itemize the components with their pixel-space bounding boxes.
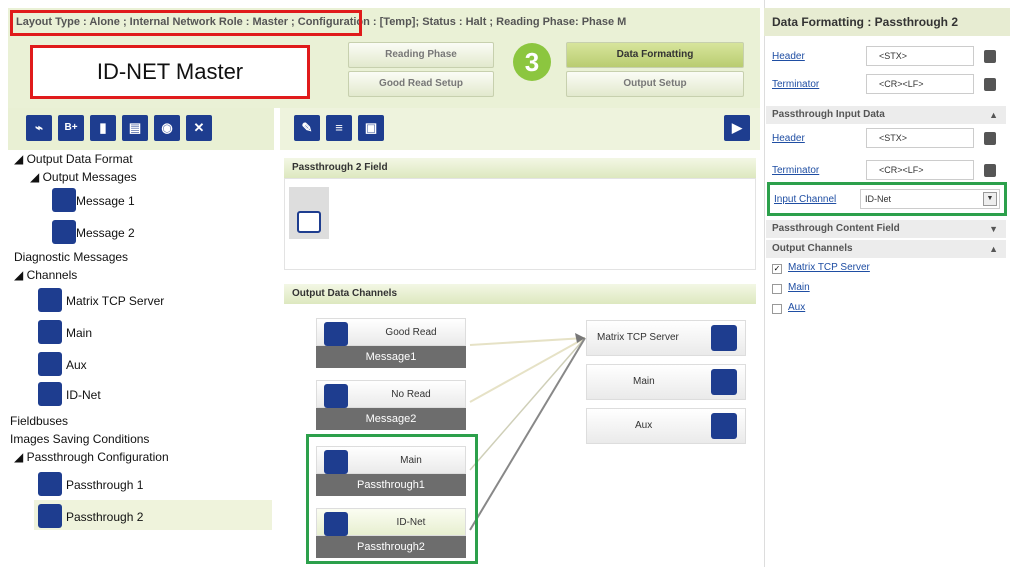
content-field-section[interactable]: Passthrough Content Field ▼: [766, 220, 1006, 238]
input-channel-value: ID-Net: [865, 194, 892, 204]
output-node-matrix-tcp-server[interactable]: Matrix TCP Server: [586, 320, 746, 356]
checkbox-label: Aux: [788, 302, 806, 313]
channel-icon: [711, 325, 737, 351]
dropdown-arrow-icon[interactable]: ▼: [983, 192, 997, 206]
input-channel-row: Input Channel ID-Net ▼: [772, 187, 1006, 213]
input-node-sub: Message1: [316, 346, 466, 368]
terminator-field[interactable]: <CR><LF>: [866, 74, 974, 94]
input-node-no-read[interactable]: No Read Message2: [316, 380, 466, 430]
terminator-link[interactable]: Terminator: [772, 79, 819, 90]
passthrough-input-section[interactable]: Passthrough Input Data ▲: [766, 106, 1006, 124]
output-node-label: Main: [633, 376, 655, 387]
checkbox-checked[interactable]: ✓: [772, 264, 782, 274]
checkbox[interactable]: [772, 284, 782, 294]
message-icon: [324, 322, 348, 346]
header-row: Header <STX>: [772, 44, 1006, 70]
edit-field-icon[interactable]: [984, 78, 996, 91]
input-channel-link[interactable]: Input Channel: [774, 194, 836, 205]
output-node-aux[interactable]: Aux: [586, 408, 746, 444]
output-node-label: Aux: [635, 420, 653, 431]
edit-field-icon[interactable]: [984, 50, 996, 63]
chevron-up-icon: ▲: [989, 244, 998, 254]
input-terminator-link[interactable]: Terminator: [772, 165, 819, 176]
channel-icon: [711, 413, 737, 439]
edit-field-icon[interactable]: [984, 164, 996, 177]
chevron-down-icon: ▼: [989, 224, 998, 234]
input-header-link[interactable]: Header: [772, 133, 805, 144]
message-icon: [324, 384, 348, 408]
input-terminator-row: Terminator <CR><LF>: [772, 158, 1006, 184]
channel-icon: [711, 369, 737, 395]
input-header-field[interactable]: <STX>: [866, 128, 974, 148]
output-node-main[interactable]: Main: [586, 364, 746, 400]
section-label: Passthrough Content Field: [772, 223, 900, 234]
section-label: Passthrough Input Data: [772, 109, 885, 120]
checkbox-label: Matrix TCP Server: [788, 262, 870, 273]
properties-title: Data Formatting : Passthrough 2: [764, 8, 1010, 36]
header-field[interactable]: <STX>: [866, 46, 974, 66]
input-node-sub: Message2: [316, 408, 466, 430]
app-window: Layout Type : Alone ; Internal Network R…: [0, 0, 1013, 567]
terminator-row: Terminator <CR><LF>: [772, 72, 1006, 98]
input-header-row: Header <STX>: [772, 126, 1006, 152]
edit-field-icon[interactable]: [984, 132, 996, 145]
chevron-up-icon: ▲: [989, 110, 998, 120]
input-terminator-field[interactable]: <CR><LF>: [866, 160, 974, 180]
output-channels-section[interactable]: Output Channels ▲: [766, 240, 1006, 258]
input-channel-select[interactable]: ID-Net ▼: [860, 189, 1000, 209]
passthrough-highlight: [306, 434, 478, 564]
header-link[interactable]: Header: [772, 51, 805, 62]
input-node-good-read[interactable]: Good Read Message1: [316, 318, 466, 368]
checkbox-label: Main: [788, 282, 810, 293]
output-node-label: Matrix TCP Server: [597, 332, 679, 343]
checkbox[interactable]: [772, 304, 782, 314]
section-label: Output Channels: [772, 243, 853, 254]
